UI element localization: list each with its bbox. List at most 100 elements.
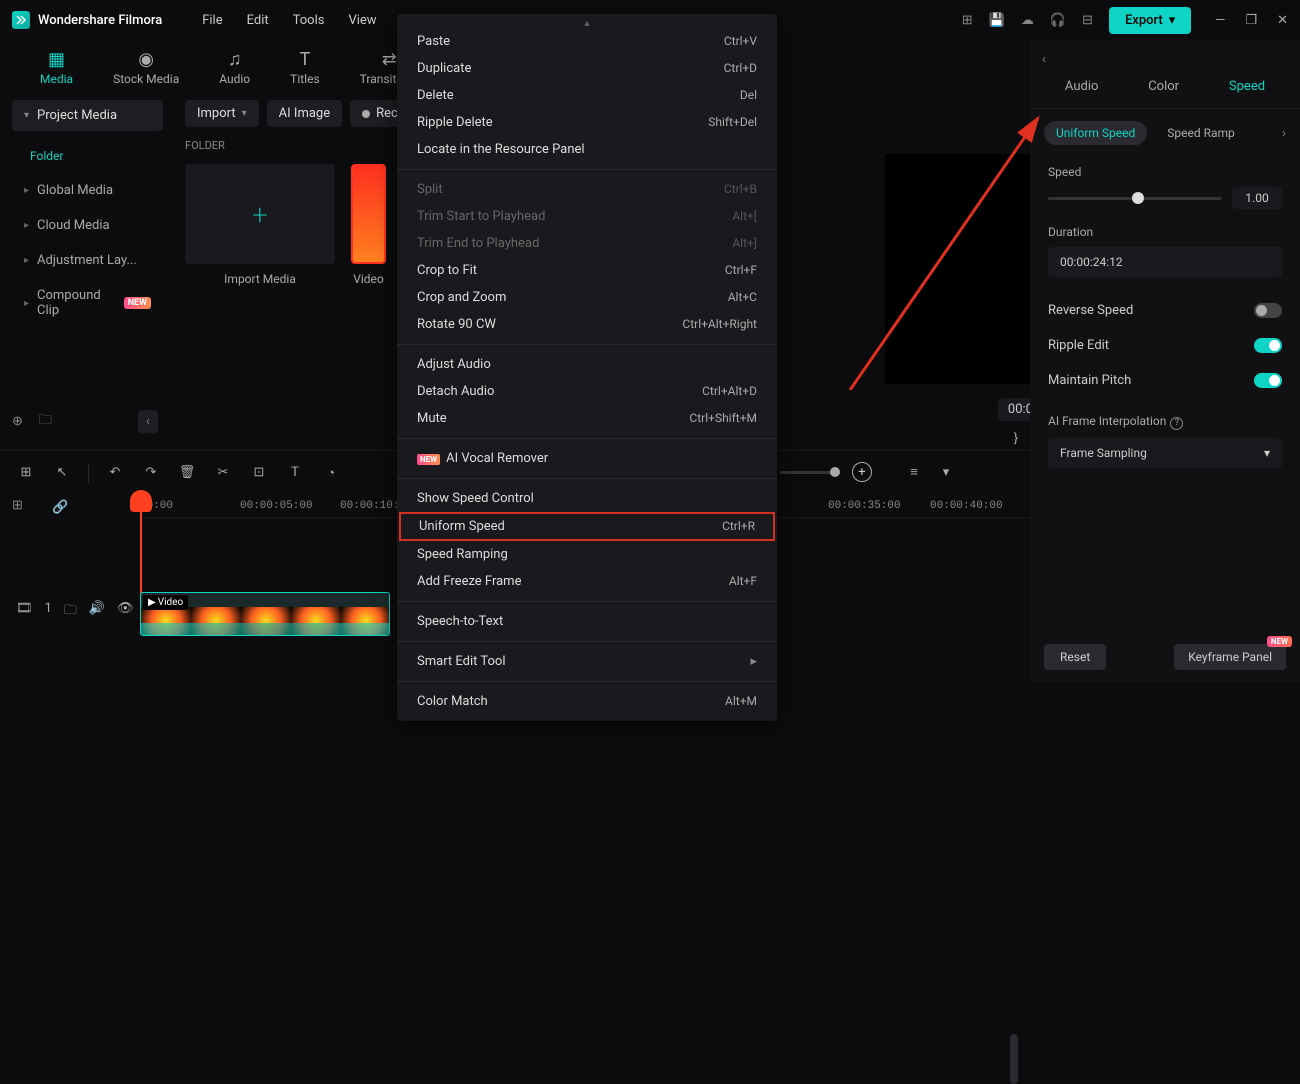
import-media-tile[interactable]: + Import Media [185,164,335,286]
chevron-down-icon: ▾ [1264,446,1270,460]
frame-interpolation-dropdown[interactable]: Frame Sampling▾ [1048,438,1282,468]
tab-color-props[interactable]: Color [1148,79,1179,94]
sidebar-compound-clip[interactable]: ▸Compound ClipNEW [12,278,163,328]
speed-subtabs: Uniform Speed Speed Ramp › [1030,109,1300,157]
track-mute-icon[interactable]: 🔊 [89,601,105,623]
ripple-edit-toggle[interactable] [1254,338,1282,353]
chevron-down-icon: ▾ [1169,13,1176,28]
tab-audio[interactable]: ♫Audio [219,50,250,86]
ctx-ripple-delete[interactable]: Ripple DeleteShift+Del [397,109,777,136]
zoom-dropdown-icon[interactable]: ▾ [936,465,956,480]
link-icon[interactable]: 🔗 [52,500,68,515]
ctx-show-speed-control[interactable]: Show Speed Control [397,485,777,512]
ctx-add-freeze-frame[interactable]: Add Freeze FrameAlt+F [397,568,777,595]
ctx-smart-edit-tool[interactable]: Smart Edit Tool▸ [397,648,777,675]
delete-icon[interactable]: 🗑 [177,465,197,480]
video-clip[interactable]: ▶Video [140,592,390,636]
tab-speed-props[interactable]: Speed [1229,79,1265,94]
scrollbar-thumb[interactable] [1010,1034,1018,1084]
ctx-speed-ramping[interactable]: Speed Ramping [397,541,777,568]
chevron-right-icon: ▸ [24,220,29,231]
keyframe-panel-button[interactable]: Keyframe PanelNEW [1174,644,1286,670]
back-icon[interactable]: ‹ [1030,40,1300,79]
cut-icon[interactable]: ✂ [213,465,233,480]
duration-label: Duration [1048,225,1282,239]
ctx-crop-zoom[interactable]: Crop and ZoomAlt+C [397,284,777,311]
menu-edit[interactable]: Edit [247,13,269,28]
export-button[interactable]: Export▾ [1109,7,1191,34]
ctx-uniform-speed[interactable]: Uniform SpeedCtrl+R [399,512,775,541]
speed-label: Speed [1048,165,1282,179]
scroll-right-icon[interactable]: › [1282,126,1286,141]
sidebar-adjustment-layer[interactable]: ▸Adjustment Lay... [12,243,163,278]
timeline-grid-icon[interactable]: ⊞ [12,498,32,513]
speed-icon[interactable]: ◔ [321,465,341,481]
maintain-pitch-toggle[interactable] [1254,373,1282,388]
track-film-icon[interactable]: 🎞 [16,601,33,623]
speed-slider[interactable] [1048,197,1222,200]
folder-add-icon[interactable]: ⊕ [12,414,23,429]
redo-icon[interactable]: ↷ [141,465,161,480]
tab-audio-props[interactable]: Audio [1065,79,1098,94]
undo-icon[interactable]: ↶ [105,465,125,480]
track-visibility-icon[interactable]: 👁 [117,601,134,623]
ctx-locate-resource[interactable]: Locate in the Resource Panel [397,136,777,163]
ctx-duplicate[interactable]: DuplicateCtrl+D [397,55,777,82]
close-icon[interactable]: ✕ [1277,13,1288,28]
zoom-menu-icon[interactable]: ≡ [904,464,924,480]
info-icon[interactable]: ? [1170,417,1183,430]
ctx-adjust-audio[interactable]: Adjust Audio [397,351,777,378]
sidebar-global-media[interactable]: ▸Global Media [12,173,163,208]
ctx-delete[interactable]: DeleteDel [397,82,777,109]
scroll-up-icon[interactable]: ▴ [397,20,777,28]
duration-input[interactable]: 00:00:24:12 [1048,247,1282,277]
layout-icon[interactable]: ⊞ [962,13,973,28]
video-tile[interactable]: Video [351,164,386,286]
ctx-mute[interactable]: MuteCtrl+Shift+M [397,405,777,432]
ctx-paste[interactable]: PasteCtrl+V [397,28,777,55]
save-icon[interactable]: 💾 [989,13,1005,28]
sidebar-folder-label[interactable]: Folder [12,139,163,173]
zoom-track[interactable] [780,471,840,474]
ctx-speech-to-text[interactable]: Speech-to-Text [397,608,777,635]
subtab-uniform-speed[interactable]: Uniform Speed [1044,121,1147,145]
new-badge: NEW [124,297,151,309]
minimize-icon[interactable]: — [1215,13,1225,28]
crop-icon[interactable]: ⊡ [249,465,269,480]
subtab-speed-ramp[interactable]: Speed Ramp [1155,121,1247,145]
ai-image-button[interactable]: AI Image [267,100,342,127]
maximize-icon[interactable]: ❐ [1245,13,1257,28]
zoom-in-icon[interactable]: + [852,462,872,482]
track-lock-icon[interactable]: 🗀 [64,601,77,623]
chevron-right-icon: ▸ [24,185,29,196]
menu-view[interactable]: View [348,13,376,28]
marker-icon[interactable]: } [1014,431,1018,447]
reverse-speed-toggle[interactable] [1254,303,1282,318]
ctx-ai-vocal-remover[interactable]: NEWAI Vocal Remover [397,445,777,472]
import-button[interactable]: Import▾ [185,100,259,127]
playhead-handle[interactable] [130,490,152,512]
headphone-icon[interactable]: 🎧 [1050,13,1066,28]
ctx-color-match[interactable]: Color MatchAlt+M [397,688,777,715]
ctx-rotate-90[interactable]: Rotate 90 CWCtrl+Alt+Right [397,311,777,338]
tab-media[interactable]: ▦Media [40,50,73,86]
speed-value[interactable]: 1.00 [1232,187,1282,209]
magnet-icon[interactable]: ⊞ [16,465,36,480]
tab-titles[interactable]: TTitles [290,50,319,86]
tab-stock-media[interactable]: ◉Stock Media [113,50,179,86]
text-icon[interactable]: T [285,465,305,480]
cloud-icon[interactable]: ☁ [1021,13,1034,28]
sidebar-cloud-media[interactable]: ▸Cloud Media [12,208,163,243]
menu-tools[interactable]: Tools [293,13,325,28]
ctx-crop-fit[interactable]: Crop to FitCtrl+F [397,257,777,284]
grid-icon[interactable]: ⊟ [1082,13,1093,28]
ripple-edit-label: Ripple Edit [1048,338,1109,353]
folder-icon[interactable]: 🗀 [39,411,52,433]
sidebar-project-media[interactable]: ▾Project Media [12,100,163,131]
ctx-detach-audio[interactable]: Detach AudioCtrl+Alt+D [397,378,777,405]
cursor-icon[interactable]: ↖ [52,465,72,480]
collapse-icon[interactable]: ‹ [138,410,158,433]
reset-button[interactable]: Reset [1044,644,1106,670]
menu-file[interactable]: File [202,13,222,28]
reverse-speed-label: Reverse Speed [1048,303,1133,318]
